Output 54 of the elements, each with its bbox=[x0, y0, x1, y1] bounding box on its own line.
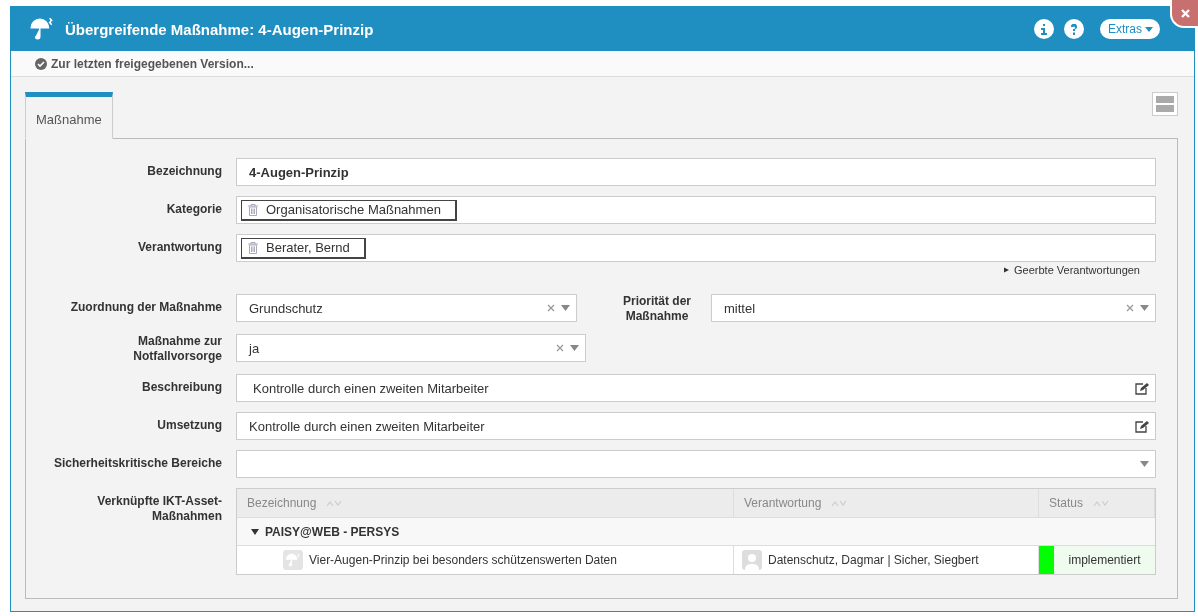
dropdown-caret-icon bbox=[1140, 305, 1149, 311]
dropdown-caret-icon bbox=[1140, 461, 1149, 467]
edit-icon[interactable] bbox=[1135, 381, 1149, 395]
select-field[interactable]: Grundschutz bbox=[236, 294, 577, 322]
text-field[interactable]: Kontrolle durch einen zweiten Mitarbeiter bbox=[236, 412, 1156, 440]
tag-field[interactable]: Organisatorische Maßnahmen bbox=[236, 196, 1156, 224]
text-field[interactable]: Kontrolle durch einen zweiten Mitarbeiter bbox=[236, 374, 1156, 402]
expand-link[interactable]: Geerbte Verantwortungen bbox=[1004, 264, 1140, 276]
clear-icon[interactable] bbox=[1126, 304, 1134, 312]
status-text: implementiert bbox=[1067, 553, 1142, 567]
field-label: Sicherheitskritische Bereiche bbox=[52, 455, 222, 471]
caret-icon bbox=[251, 528, 259, 535]
dropdown-caret-icon bbox=[570, 345, 579, 351]
trash-icon[interactable] bbox=[248, 241, 258, 254]
dropdown-caret-icon bbox=[561, 305, 570, 311]
question-icon bbox=[1070, 23, 1078, 35]
tag-chip: Organisatorische Maßnahmen bbox=[241, 199, 457, 221]
caret-icon bbox=[1004, 266, 1009, 274]
tag-field[interactable]: Berater, Bernd bbox=[236, 234, 1156, 262]
tag-chip: Berater, Bernd bbox=[241, 237, 366, 259]
select-field[interactable]: ja bbox=[236, 334, 586, 362]
table-cell: Vier-Augen-Prinzip bei besonders schützenswerten Daten bbox=[309, 553, 617, 567]
close-icon bbox=[1180, 8, 1190, 18]
field-label: Verknüpfte IKT-Asset-Maßnahmen bbox=[96, 493, 222, 524]
field-label: Zuordnung der Maßnahme bbox=[69, 299, 222, 315]
select-field[interactable] bbox=[236, 450, 1156, 478]
caret-icon bbox=[1145, 26, 1153, 32]
info-button[interactable] bbox=[1034, 19, 1054, 39]
table-cell: Datenschutz, Dagmar | Sicher, Siegbert bbox=[768, 553, 979, 567]
version-link[interactable]: Zur letzten freigegebenen Version... bbox=[35, 56, 254, 71]
extras-button[interactable]: Extras bbox=[1100, 19, 1160, 39]
field-label: Umsetzung bbox=[156, 417, 222, 433]
close-button[interactable] bbox=[1170, 0, 1198, 28]
field-label: Beschreibung bbox=[141, 379, 222, 395]
trash-icon[interactable] bbox=[248, 203, 258, 216]
edit-icon[interactable] bbox=[1135, 419, 1149, 433]
field-label: Kategorie bbox=[165, 201, 222, 217]
group-row[interactable]: PAISY@WEB - PERSYS bbox=[251, 524, 400, 539]
tab[interactable]: Maßnahme bbox=[25, 92, 113, 139]
field-label: Bezeichnung bbox=[146, 163, 222, 179]
info-icon bbox=[1041, 23, 1047, 35]
select-field[interactable]: mittel bbox=[711, 294, 1156, 322]
umbrella-icon bbox=[29, 16, 55, 42]
user-avatar-icon bbox=[742, 550, 762, 570]
text-field[interactable]: 4-Augen-Prinzip bbox=[236, 158, 1156, 186]
field-label: Maßnahme zur Notfallvorsorge bbox=[132, 334, 222, 364]
field-label: Verantwortung bbox=[137, 239, 222, 255]
check-circle-icon bbox=[35, 57, 47, 70]
layout-toggle-button[interactable] bbox=[1152, 92, 1178, 116]
field-label: Priorität der Maßnahme bbox=[622, 294, 692, 324]
help-button[interactable] bbox=[1064, 19, 1084, 39]
clear-icon[interactable] bbox=[547, 304, 555, 312]
clear-icon[interactable] bbox=[556, 344, 564, 352]
window-title: Übergreifende Maßnahme: 4-Augen-Prinzip bbox=[65, 20, 375, 38]
